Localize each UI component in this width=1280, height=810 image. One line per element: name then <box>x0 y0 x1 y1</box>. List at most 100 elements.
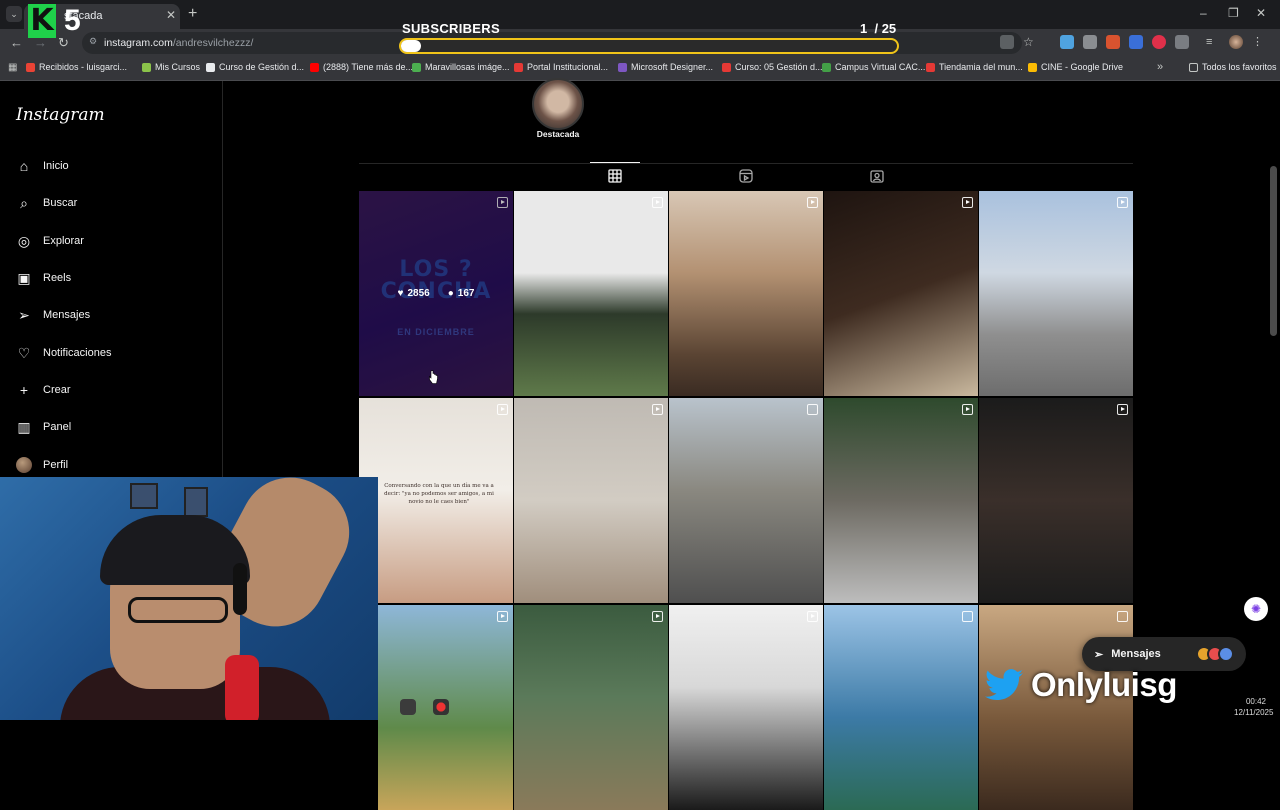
bookmark-favicon <box>1028 62 1037 72</box>
extension-icon[interactable] <box>1106 35 1120 49</box>
cast-icon[interactable] <box>1000 35 1014 49</box>
post-thumbnail[interactable] <box>359 191 513 396</box>
clock-time: 00:42 <box>1245 697 1266 706</box>
bookmark-item[interactable]: Mis Cursos <box>142 62 200 72</box>
sidebar-item-notificaciones[interactable]: ♡ Notificaciones <box>16 342 112 364</box>
bookmark-favicon <box>618 62 627 72</box>
extension-icon[interactable] <box>1152 35 1166 49</box>
sidebar-item-inicio[interactable]: ⌂ Inicio <box>16 155 69 177</box>
bookmark-item[interactable]: Recibidos - luisgarci... <box>26 62 127 72</box>
post-thumbnail[interactable] <box>824 191 978 396</box>
bookmark-item[interactable]: (2888) Tiene más de... <box>310 62 413 72</box>
sidebar-item-reels[interactable]: ▣ Reels <box>16 267 71 289</box>
subscriber-count: 1 <box>860 21 868 36</box>
bookmark-star-icon[interactable]: ☆ <box>1023 35 1037 49</box>
tab-posts[interactable] <box>607 168 623 184</box>
back-icon[interactable]: ← <box>10 35 23 50</box>
subscriber-goal-count: 1 / 25 <box>860 21 896 36</box>
bookmark-label: Microsoft Designer... <box>631 62 714 72</box>
tab-search-button[interactable]: ⌄ <box>6 6 22 22</box>
post-thumbnail[interactable] <box>824 605 978 810</box>
post-thumbnail[interactable] <box>669 191 823 396</box>
story-highlight[interactable] <box>532 78 584 130</box>
reel-badge-icon <box>652 197 663 208</box>
tab-tagged[interactable] <box>869 168 885 184</box>
sidebar-item-perfil[interactable]: Perfil <box>16 454 68 476</box>
post-thumbnail[interactable] <box>669 605 823 810</box>
kebab-menu-icon[interactable]: ⋮ <box>1252 35 1266 49</box>
subscriber-progress-fill <box>401 40 421 52</box>
post-thumbnail[interactable] <box>979 398 1133 603</box>
url-path: /andresvilchezzz/ <box>172 37 254 49</box>
bookmark-item[interactable]: Portal Institucional... <box>514 62 608 72</box>
close-window-icon[interactable]: ✕ <box>1256 6 1266 20</box>
sidebar-item-label: Crear <box>43 384 71 396</box>
sidebar-item-buscar[interactable]: ⌕ Buscar <box>16 192 77 214</box>
new-tab-icon[interactable]: + <box>188 5 197 23</box>
hand-cursor-icon <box>429 370 438 384</box>
reading-list-icon[interactable]: ≡ <box>1206 35 1220 49</box>
wall-frame <box>130 483 158 509</box>
wall-frame <box>184 487 208 517</box>
subscriber-progress-bar <box>399 38 899 54</box>
sidebar-item-mensajes[interactable]: ➢ Mensajes <box>16 304 90 326</box>
page-scrollbar[interactable] <box>1270 166 1277 336</box>
post-thumbnail[interactable] <box>824 398 978 603</box>
post-thumbnail[interactable] <box>514 398 668 603</box>
sidebar-item-label: Mensajes <box>43 309 91 321</box>
taskbar-app-icon[interactable] <box>400 699 416 715</box>
bookmark-item[interactable]: CINE - Google Drive <box>1028 62 1123 72</box>
restore-icon[interactable]: ❐ <box>1228 6 1239 20</box>
sidebar-item-panel[interactable]: ▥ Panel <box>16 416 71 438</box>
twitter-overlay: Onlyluisg <box>985 666 1177 704</box>
carousel-badge-icon <box>962 611 973 622</box>
home-icon: ⌂ <box>19 158 29 174</box>
bookmark-favicon <box>514 62 523 72</box>
post-thumbnail[interactable] <box>979 605 1133 810</box>
extension-icon[interactable] <box>1060 35 1074 49</box>
heart-icon: ♡ <box>17 344 31 361</box>
bookmark-item[interactable]: Maravillosas imáge... <box>412 62 510 72</box>
bookmark-item[interactable]: Campus Virtual CAC... <box>822 62 925 72</box>
post-thumbnail[interactable] <box>979 191 1133 396</box>
brand-letter: K <box>28 4 56 38</box>
extension-icon[interactable] <box>1129 35 1143 49</box>
puzzle-icon[interactable] <box>1175 35 1189 49</box>
post-thumbnail[interactable] <box>514 191 668 396</box>
sidebar-item-explorar[interactable]: ◎ Explorar <box>16 230 84 252</box>
twitter-bird-icon <box>985 669 1023 701</box>
site-info-icon[interactable]: ⚙ <box>89 36 97 47</box>
minimize-icon[interactable]: – <box>1200 6 1207 20</box>
bookmark-item[interactable]: Microsoft Designer... <box>618 62 713 72</box>
profile-avatar-icon[interactable] <box>1229 35 1243 49</box>
sidebar-item-crear[interactable]: + Crear <box>16 379 71 401</box>
reel-badge-icon <box>1117 404 1128 415</box>
post-thumbnail[interactable] <box>359 398 513 603</box>
bookmark-favicon <box>926 62 935 72</box>
post-thumbnail[interactable] <box>514 605 668 810</box>
bookmark-item[interactable]: Curso: 05 Gestión d... <box>722 62 823 72</box>
bookmarks-overflow-icon[interactable]: » <box>1157 61 1163 73</box>
extension-icon[interactable] <box>1083 35 1097 49</box>
apps-grid-icon[interactable]: ▦ <box>8 62 17 73</box>
instagram-logo[interactable]: Instagram <box>16 105 105 125</box>
all-favorites-folder[interactable]: Todos los favoritos <box>1189 62 1277 72</box>
reel-badge-icon <box>497 404 508 415</box>
streamer-glasses <box>128 597 228 623</box>
clock-date: 12/11/2025 <box>1234 708 1274 717</box>
system-clock: 00:42 12/11/2025 <box>1234 696 1274 718</box>
sidebar-item-label: Reels <box>43 272 72 284</box>
bookmark-label: Recibidos - luisgarci... <box>39 62 128 72</box>
bookmark-favicon <box>822 62 831 72</box>
sidebar-item-label: Perfil <box>43 459 69 471</box>
carousel-badge-icon <box>1117 611 1128 622</box>
close-tab-icon[interactable]: ✕ <box>166 8 176 22</box>
post-thumbnail[interactable] <box>669 398 823 603</box>
paper-plane-icon: ➢ <box>1094 648 1104 661</box>
tab-reels[interactable] <box>738 168 754 184</box>
bookmark-item[interactable]: Curso de Gestión d... <box>206 62 304 72</box>
bookmark-favicon <box>310 62 319 72</box>
taskbar-app-icon[interactable] <box>433 699 449 715</box>
floating-extension-icon[interactable]: ✺ <box>1244 597 1268 621</box>
bookmark-item[interactable]: Tiendamia del mun... <box>926 62 1023 72</box>
